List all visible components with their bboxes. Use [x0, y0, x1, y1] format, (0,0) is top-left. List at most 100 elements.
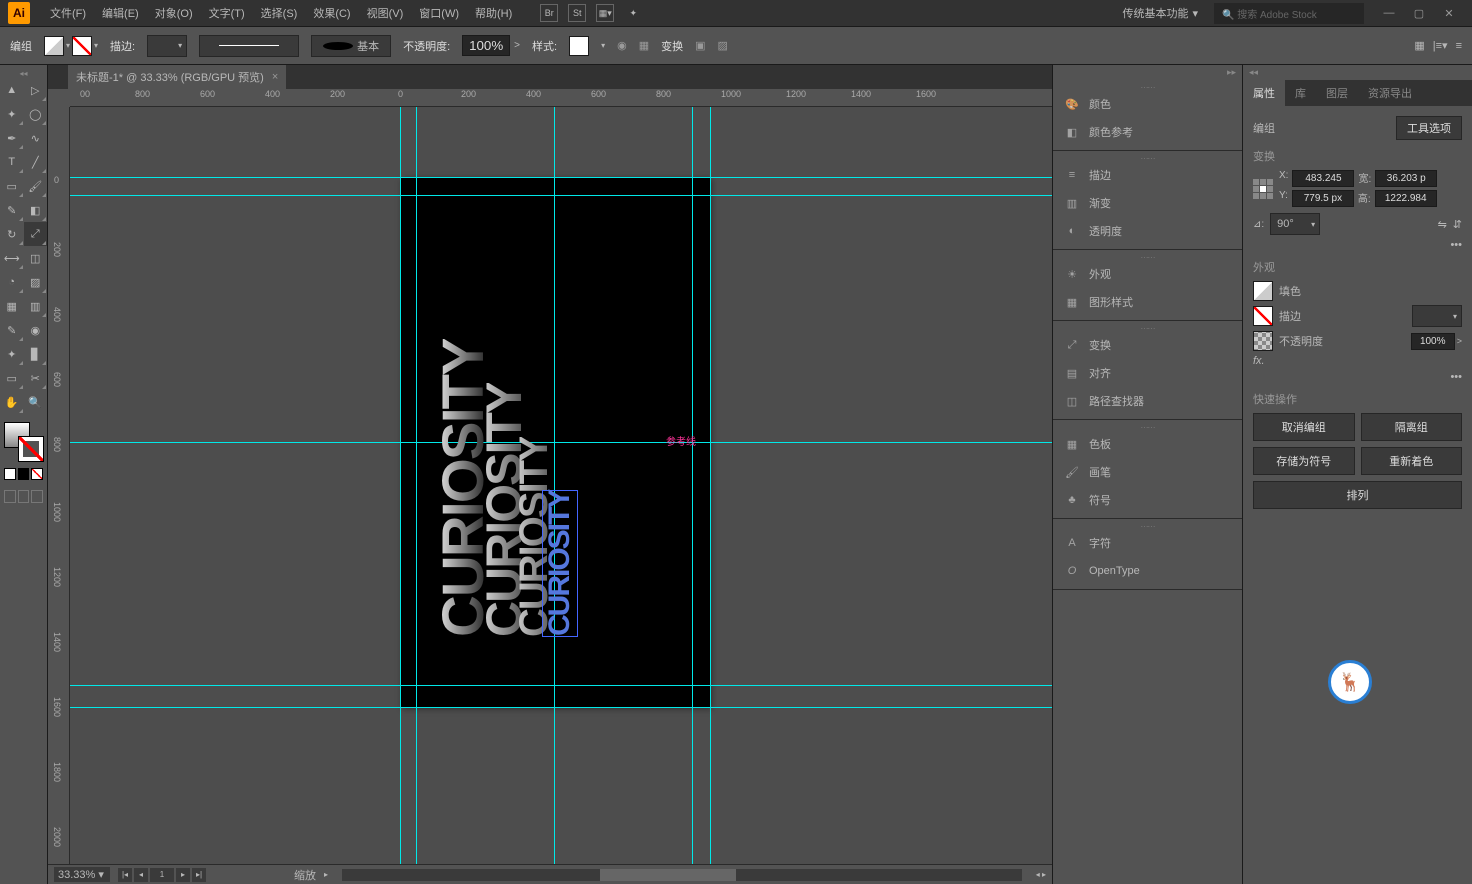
transform-label[interactable]: 变换: [661, 38, 683, 54]
fx-label[interactable]: fx.: [1253, 355, 1265, 367]
panel-sort-icon[interactable]: |≡▾: [1433, 39, 1448, 52]
menu-file[interactable]: 文件(F): [42, 1, 94, 25]
menu-effect[interactable]: 效果(C): [305, 1, 358, 25]
panel-stroke[interactable]: ≡描边: [1053, 161, 1242, 189]
arrange-docs-icon[interactable]: ▦▾: [596, 4, 614, 22]
panel-symbols[interactable]: ♣符号: [1053, 486, 1242, 514]
draw-behind-icon[interactable]: [18, 490, 30, 503]
blend-tool[interactable]: ◉: [24, 318, 48, 342]
pen-tool[interactable]: ✒: [0, 126, 24, 150]
guide-horizontal[interactable]: [70, 442, 1052, 443]
recolor-button[interactable]: 重新着色: [1361, 447, 1463, 475]
hand-tool[interactable]: ✋: [0, 390, 24, 414]
more-options-icon[interactable]: •••: [1450, 239, 1462, 251]
type-tool[interactable]: T: [0, 150, 24, 174]
panel-transform[interactable]: ⤢变换: [1053, 331, 1242, 359]
horizontal-ruler[interactable]: 00 800 600 400 200 0 200 400 600 800 100…: [70, 89, 1052, 107]
bridge-icon[interactable]: Br: [540, 4, 558, 22]
arrange-button[interactable]: 排列: [1253, 481, 1462, 509]
flip-horizontal-icon[interactable]: ⇋: [1438, 218, 1447, 231]
stroke-swatch[interactable]: [72, 36, 92, 56]
tool-options-button[interactable]: 工具选项: [1396, 116, 1462, 140]
panel-pathfinder[interactable]: ◫路径查找器: [1053, 387, 1242, 415]
stroke-profile-dropdown[interactable]: [199, 35, 299, 57]
panel-character[interactable]: A字符: [1053, 529, 1242, 557]
ruler-origin[interactable]: [48, 89, 70, 107]
magic-wand-tool[interactable]: ✦: [0, 102, 24, 126]
panel-opentype[interactable]: OOpenType: [1053, 557, 1242, 585]
mesh-tool[interactable]: ▦: [0, 294, 24, 318]
more-options-icon[interactable]: •••: [1450, 371, 1462, 383]
paintbrush-tool[interactable]: 🖌: [24, 174, 48, 198]
none-mode-swatch[interactable]: [31, 468, 43, 480]
stroke-swatch[interactable]: [1253, 306, 1273, 326]
gradient-mode-swatch[interactable]: [18, 468, 30, 480]
collapse-panels-icon[interactable]: ▸▸: [1053, 65, 1242, 80]
window-maximize[interactable]: ▢: [1404, 3, 1434, 23]
tab-layers[interactable]: 图层: [1316, 80, 1358, 106]
guide-horizontal[interactable]: [70, 707, 1052, 708]
draw-inside-icon[interactable]: [31, 490, 43, 503]
graph-tool[interactable]: ▊: [24, 342, 48, 366]
opacity-input[interactable]: [462, 35, 510, 56]
tab-properties[interactable]: 属性: [1243, 80, 1285, 106]
fill-swatch[interactable]: [1253, 281, 1273, 301]
eyedropper-tool[interactable]: ✎: [0, 318, 24, 342]
panel-transparency[interactable]: ◐透明度: [1053, 217, 1242, 245]
menu-select[interactable]: 选择(S): [253, 1, 306, 25]
perspective-tool[interactable]: ▨: [24, 270, 48, 294]
fill-swatch[interactable]: [44, 36, 64, 56]
shape-builder-tool[interactable]: ◔: [0, 270, 24, 294]
flip-vertical-icon[interactable]: ⇵: [1453, 218, 1462, 231]
opacity-input[interactable]: [1411, 333, 1455, 350]
panel-menu-icon[interactable]: ≡: [1456, 40, 1462, 52]
guide-horizontal[interactable]: [70, 177, 1052, 178]
gpu-icon[interactable]: ✦: [624, 4, 642, 22]
gradient-tool[interactable]: ▥: [24, 294, 48, 318]
artboard-tool[interactable]: ▭: [0, 366, 24, 390]
draw-normal-icon[interactable]: [4, 490, 16, 503]
menu-object[interactable]: 对象(O): [147, 1, 201, 25]
w-input[interactable]: [1375, 170, 1437, 187]
line-tool[interactable]: ╱: [24, 150, 48, 174]
prev-artboard-btn[interactable]: ◂: [134, 868, 148, 882]
menu-view[interactable]: 视图(V): [359, 1, 412, 25]
guide-horizontal[interactable]: [70, 195, 1052, 196]
edit-icon[interactable]: ▨: [718, 39, 728, 52]
horizontal-scrollbar[interactable]: [342, 869, 1022, 881]
eraser-tool[interactable]: ◧: [24, 198, 48, 222]
rectangle-tool[interactable]: ▭: [0, 174, 24, 198]
canvas[interactable]: 参考线 CURIOSITY CURIOSITY CURIOSITY CURIOS…: [70, 107, 1052, 864]
width-tool[interactable]: ⟷: [0, 246, 24, 270]
menu-type[interactable]: 文字(T): [201, 1, 253, 25]
stock-icon[interactable]: St: [568, 4, 586, 22]
close-tab-icon[interactable]: ×: [272, 71, 278, 83]
color-mode-swatch[interactable]: [4, 468, 16, 480]
vertical-ruler[interactable]: 0 200 400 600 800 1000 1200 1400 1600 18…: [48, 107, 70, 864]
angle-input[interactable]: 90°: [1270, 213, 1320, 235]
panel-layout-icon[interactable]: ▦: [1414, 39, 1424, 52]
panel-color-guide[interactable]: ◧颜色参考: [1053, 118, 1242, 146]
window-close[interactable]: ✕: [1434, 3, 1464, 23]
artboard-number[interactable]: 1: [150, 868, 174, 882]
stroke-color-icon[interactable]: [18, 436, 44, 462]
artwork-text-selected[interactable]: CURIOSITY: [542, 490, 578, 637]
isolate-group-button[interactable]: 隔离组: [1361, 413, 1463, 441]
guide-vertical[interactable]: [692, 107, 693, 864]
x-input[interactable]: [1292, 170, 1354, 187]
ungroup-button[interactable]: 取消编组: [1253, 413, 1355, 441]
recolor-icon[interactable]: ◉: [617, 39, 627, 52]
opacity-swatch[interactable]: [1253, 331, 1273, 351]
h-input[interactable]: [1375, 190, 1437, 207]
panel-gradient[interactable]: ▥渐变: [1053, 189, 1242, 217]
stroke-weight-dropdown[interactable]: [147, 35, 187, 57]
shaper-tool[interactable]: ✎: [0, 198, 24, 222]
save-as-symbol-button[interactable]: 存储为符号: [1253, 447, 1355, 475]
panel-color[interactable]: 🎨颜色: [1053, 90, 1242, 118]
lasso-tool[interactable]: ◯: [24, 102, 48, 126]
zoom-tool[interactable]: 🔍: [24, 390, 48, 414]
tab-libraries[interactable]: 库: [1285, 80, 1316, 106]
guide-vertical[interactable]: [416, 107, 417, 864]
collapse-right-icon[interactable]: ◂◂: [1243, 65, 1472, 80]
panel-brushes[interactable]: 🖌画笔: [1053, 458, 1242, 486]
